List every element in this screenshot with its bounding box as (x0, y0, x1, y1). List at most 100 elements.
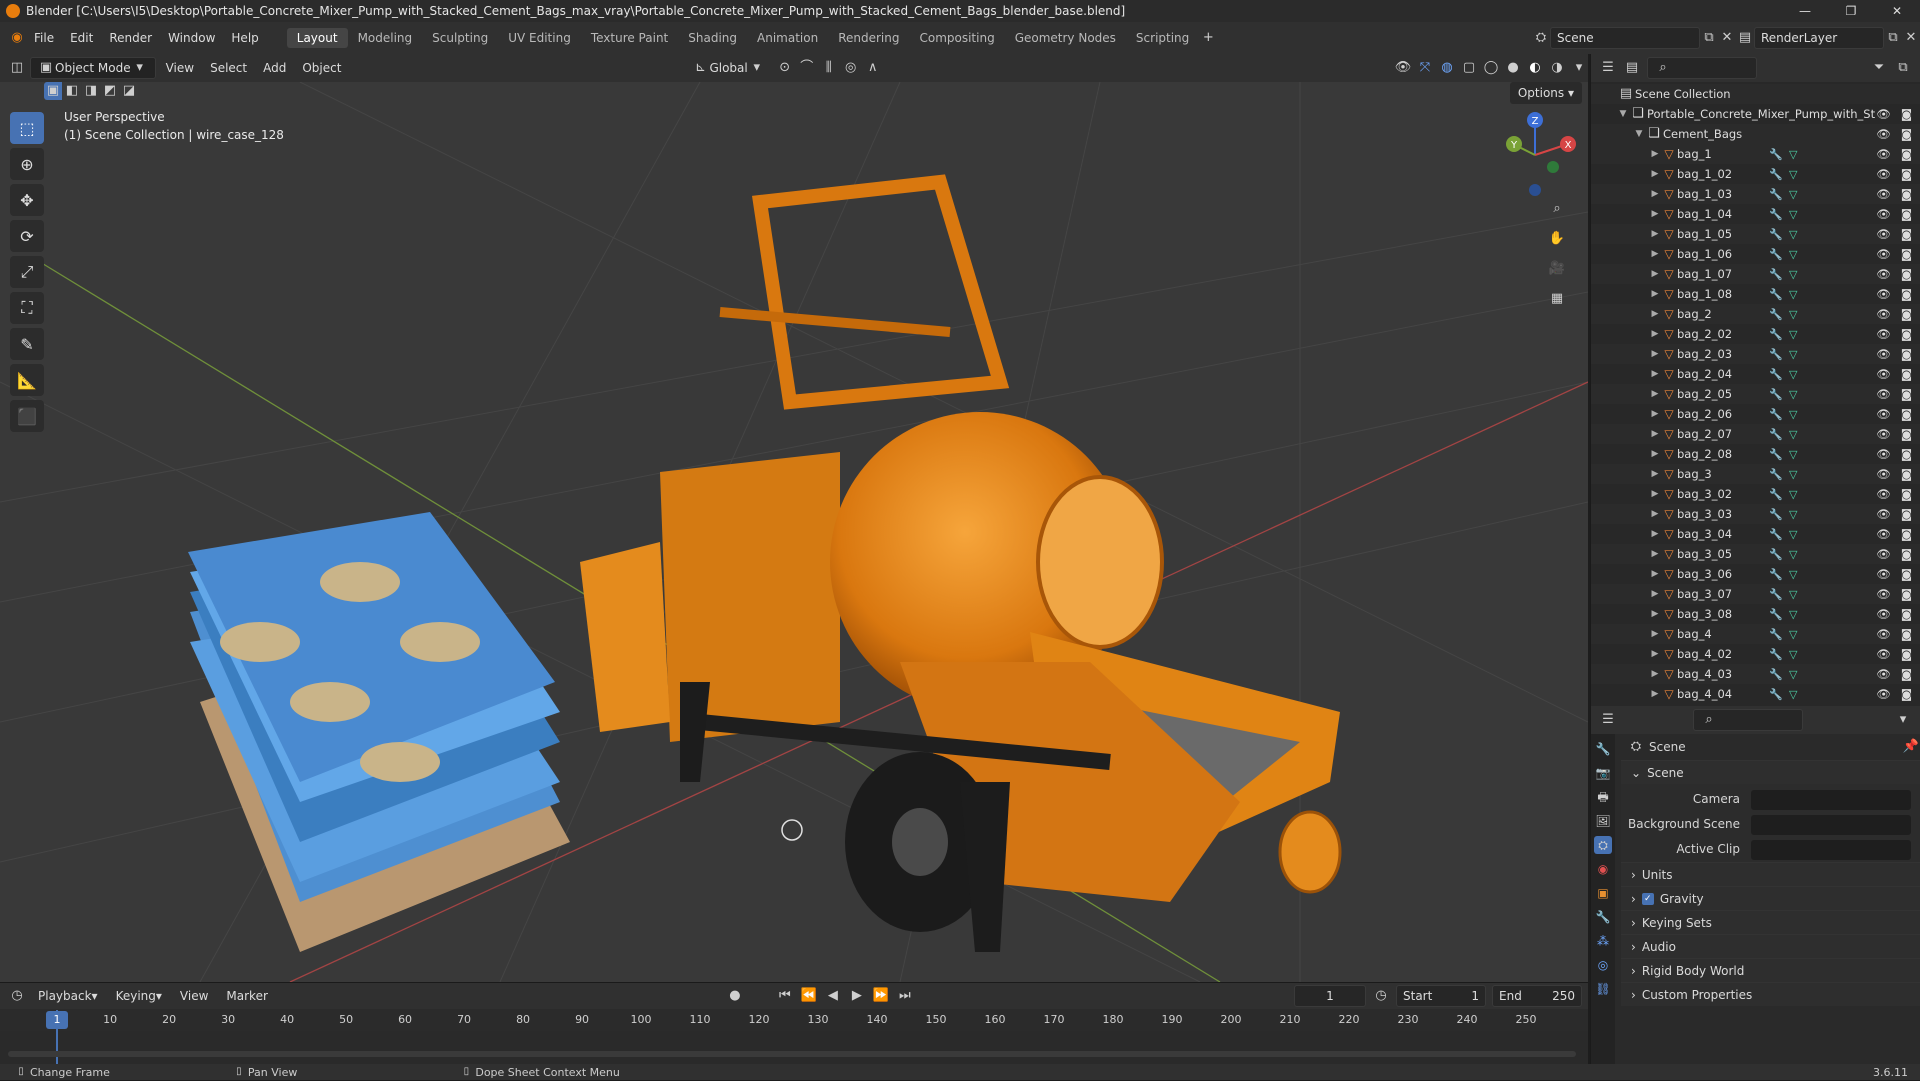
eye-icon[interactable]: 👁 (1876, 347, 1891, 361)
modifier-tab-icon[interactable]: 🔧 (1594, 908, 1612, 926)
tab-shading[interactable]: Shading (678, 28, 747, 48)
eye-icon[interactable]: 👁 (1876, 267, 1891, 281)
mesh-data-icon[interactable]: ▽ (1789, 208, 1797, 221)
mesh-data-icon[interactable]: ▽ (1789, 408, 1797, 421)
visibility-icon[interactable]: 👁 (1394, 59, 1412, 77)
modifier-icon[interactable]: 🔧 (1769, 228, 1783, 241)
outliner-file-collection[interactable]: ▼ ❑ Portable_Concrete_Mixer_Pump_with_St 👁 ◙ (1591, 104, 1920, 124)
solid-shading-icon[interactable]: ● (1504, 59, 1522, 77)
expand-arrow-icon[interactable]: ▼ (1633, 129, 1645, 139)
outliner-item[interactable]: ▶ ▽ bag_3_02 🔧 ▽ 👁 ◙ (1591, 484, 1920, 504)
jump-end-icon[interactable]: ⏭ (896, 987, 914, 1005)
expand-arrow-icon[interactable]: ▶ (1649, 449, 1661, 459)
outliner-cement-bags-collection[interactable]: ▼ ❑ Cement_Bags 👁 ◙ (1591, 124, 1920, 144)
chevron-down-icon[interactable]: ▾ (1570, 59, 1588, 77)
mesh-data-icon[interactable]: ▽ (1789, 428, 1797, 441)
outliner-item[interactable]: ▶ ▽ bag_3_04 🔧 ▽ 👁 ◙ (1591, 524, 1920, 544)
neg-y-handle[interactable] (1547, 161, 1559, 173)
eye-icon[interactable]: 👁 (1876, 487, 1891, 501)
eye-icon[interactable]: 👁 (1876, 307, 1891, 321)
camera-icon[interactable]: ◙ (1901, 247, 1912, 261)
object-menu[interactable]: Object (296, 57, 347, 79)
outliner-item[interactable]: ▶ ▽ bag_3_08 🔧 ▽ 👁 ◙ (1591, 604, 1920, 624)
expand-arrow-icon[interactable]: ▶ (1649, 509, 1661, 519)
overlay-toggle-icon[interactable]: ◍ (1438, 59, 1456, 77)
marker-menu[interactable]: Marker (220, 985, 273, 1007)
keying-sets-panel[interactable]: › Keying Sets (1621, 910, 1920, 934)
stopwatch-icon[interactable]: ◷ (1372, 987, 1390, 1005)
mesh-data-icon[interactable]: ▽ (1789, 608, 1797, 621)
outliner-item[interactable]: ▶ ▽ bag_1_02 🔧 ▽ 👁 ◙ (1591, 164, 1920, 184)
neg-z-handle[interactable] (1529, 184, 1541, 196)
modifier-icon[interactable]: 🔧 (1769, 528, 1783, 541)
modifier-icon[interactable]: 🔧 (1769, 428, 1783, 441)
camera-icon[interactable]: ◙ (1901, 367, 1912, 381)
camera-icon[interactable]: ◙ (1901, 287, 1912, 301)
new-view-layer-icon[interactable]: ⧉ (1884, 29, 1902, 47)
end-frame-field[interactable]: End 250 (1492, 985, 1582, 1007)
eye-icon[interactable]: 👁 (1876, 147, 1891, 161)
eye-icon[interactable]: 👁 (1876, 447, 1891, 461)
modifier-icon[interactable]: 🔧 (1769, 348, 1783, 361)
properties-search-input[interactable]: ⌕ (1693, 709, 1803, 731)
menu-help[interactable]: Help (223, 31, 266, 45)
camera-icon[interactable]: ◙ (1901, 587, 1912, 601)
eye-icon[interactable]: 👁 (1876, 647, 1891, 661)
proportional-edit-icon[interactable]: ◎ (842, 59, 860, 77)
navigation-gizmo[interactable]: Z X Y (1490, 110, 1580, 200)
modifier-icon[interactable]: 🔧 (1769, 388, 1783, 401)
physics-tab-icon[interactable]: ◎ (1594, 956, 1612, 974)
ortho-grid-icon[interactable]: ▦ (1548, 290, 1566, 308)
camera-icon[interactable]: ◙ (1901, 387, 1912, 401)
camera-icon[interactable]: ◙ (1901, 127, 1912, 141)
keying-menu[interactable]: Keying ▾ (110, 985, 168, 1007)
close-button[interactable]: ✕ (1874, 0, 1920, 22)
pivot-icon[interactable]: ⊙ (776, 59, 794, 77)
outliner-item[interactable]: ▶ ▽ bag_4_03 🔧 ▽ 👁 ◙ (1591, 664, 1920, 684)
mesh-data-icon[interactable]: ▽ (1789, 548, 1797, 561)
frame-ruler[interactable]: 1102030405060708090100110120130140150160… (0, 1009, 1588, 1031)
play-icon[interactable]: ▶ (848, 987, 866, 1005)
modifier-icon[interactable]: 🔧 (1769, 208, 1783, 221)
modifier-icon[interactable]: 🔧 (1769, 308, 1783, 321)
menu-file[interactable]: File (26, 31, 62, 45)
camera-icon[interactable]: ◙ (1901, 347, 1912, 361)
outliner-item[interactable]: ▶ ▽ bag_1_08 🔧 ▽ 👁 ◙ (1591, 284, 1920, 304)
expand-arrow-icon[interactable]: ▶ (1649, 309, 1661, 319)
current-frame-field[interactable]: 1 (1294, 985, 1366, 1007)
camera-icon[interactable]: ◙ (1901, 607, 1912, 621)
tab-layout[interactable]: Layout (286, 28, 348, 48)
playback-menu[interactable]: Playback ▾ (32, 985, 104, 1007)
expand-arrow-icon[interactable]: ▶ (1649, 169, 1661, 179)
select-invert-icon[interactable]: ◩ (101, 82, 119, 100)
outliner-search-input[interactable]: ⌕ (1647, 57, 1757, 79)
scene-selector[interactable]: Scene (1550, 27, 1700, 49)
scene-tab-icon[interactable]: ⛭ (1594, 836, 1612, 854)
display-mode-icon[interactable]: ▤ (1623, 59, 1641, 77)
mesh-data-icon[interactable]: ▽ (1789, 388, 1797, 401)
3d-cursor[interactable] (781, 819, 803, 841)
outliner-item[interactable]: ▶ ▽ bag_1_07 🔧 ▽ 👁 ◙ (1591, 264, 1920, 284)
camera-icon[interactable]: ◙ (1901, 107, 1912, 121)
eye-icon[interactable]: 👁 (1876, 247, 1891, 261)
modifier-icon[interactable]: 🔧 (1769, 408, 1783, 421)
camera-icon[interactable]: ◙ (1901, 327, 1912, 341)
outliner-item[interactable]: ▶ ▽ bag_4_04 🔧 ▽ 👁 ◙ (1591, 684, 1920, 704)
expand-arrow-icon[interactable]: ▶ (1649, 549, 1661, 559)
xray-icon[interactable]: ▢ (1460, 59, 1478, 77)
constraints-tab-icon[interactable]: ⛓ (1594, 980, 1612, 998)
outliner-item[interactable]: ▶ ▽ bag_1_04 🔧 ▽ 👁 ◙ (1591, 204, 1920, 224)
camera-icon[interactable]: ◙ (1901, 487, 1912, 501)
expand-arrow-icon[interactable]: ▶ (1649, 529, 1661, 539)
modifier-icon[interactable]: 🔧 (1769, 328, 1783, 341)
eye-icon[interactable]: 👁 (1876, 567, 1891, 581)
measure-tool-icon[interactable]: 📐 (10, 364, 44, 396)
mesh-data-icon[interactable]: ▽ (1789, 248, 1797, 261)
add-menu[interactable]: Add (257, 57, 292, 79)
select-menu[interactable]: Select (204, 57, 253, 79)
record-icon[interactable]: ● (726, 987, 744, 1005)
maximize-button[interactable]: ❐ (1828, 0, 1874, 22)
tab-scripting[interactable]: Scripting (1126, 28, 1199, 48)
expand-arrow-icon[interactable]: ▶ (1649, 149, 1661, 159)
outliner-item[interactable]: ▶ ▽ bag_1_03 🔧 ▽ 👁 ◙ (1591, 184, 1920, 204)
